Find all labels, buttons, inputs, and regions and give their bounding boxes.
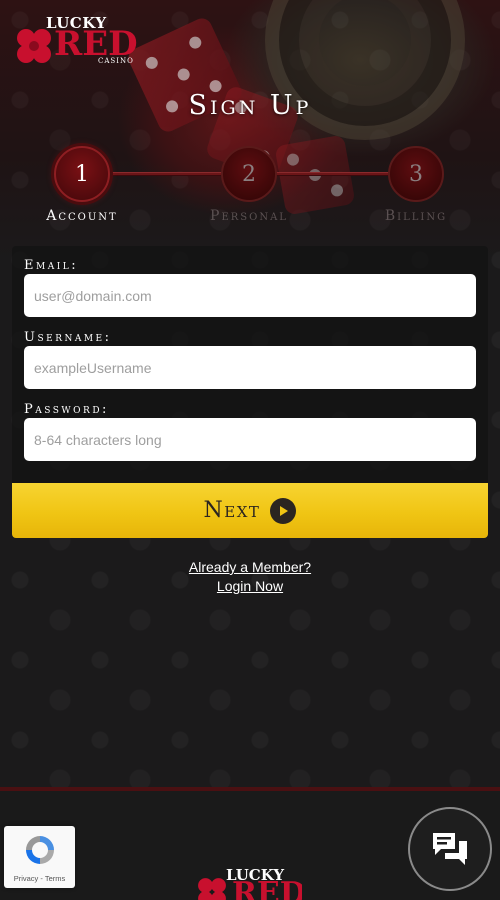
play-circle-icon	[270, 497, 297, 524]
step-3-circle: 3	[388, 146, 444, 202]
brand-logo[interactable]: LUCKY RED CASINO	[12, 14, 142, 70]
step-2-label: Personal	[210, 208, 288, 224]
chat-bubbles-icon	[433, 833, 467, 865]
footer-logo: LUCKY RED	[192, 866, 302, 900]
recaptcha-icon	[26, 836, 54, 864]
username-label: Username:	[24, 330, 112, 345]
email-label: Email:	[24, 258, 79, 273]
clover-icon	[198, 878, 226, 900]
login-now-link[interactable]: Login Now	[0, 578, 500, 594]
password-field[interactable]	[24, 418, 476, 461]
step-1-label: Account	[46, 208, 118, 224]
step-3-label: Billing	[384, 208, 448, 224]
recaptcha-badge[interactable]: Privacy - Terms	[4, 826, 75, 888]
password-label: Password:	[24, 402, 109, 417]
step-2-circle: 2	[221, 146, 277, 202]
footer-logo-red-text: RED	[232, 876, 302, 900]
email-field[interactable]	[24, 274, 476, 317]
next-button-label: Next	[203, 498, 261, 523]
username-field[interactable]	[24, 346, 476, 389]
page-title: Sign Up	[188, 90, 312, 121]
step-connector	[110, 172, 225, 176]
logo-casino-text: CASINO	[98, 57, 134, 65]
recaptcha-links[interactable]: Privacy - Terms	[4, 874, 75, 883]
step-connector	[275, 172, 390, 176]
chat-button[interactable]	[408, 807, 492, 891]
already-member-link[interactable]: Already a Member?	[0, 559, 500, 575]
next-button[interactable]: Next	[12, 483, 488, 538]
step-1-circle: 1	[54, 146, 110, 202]
